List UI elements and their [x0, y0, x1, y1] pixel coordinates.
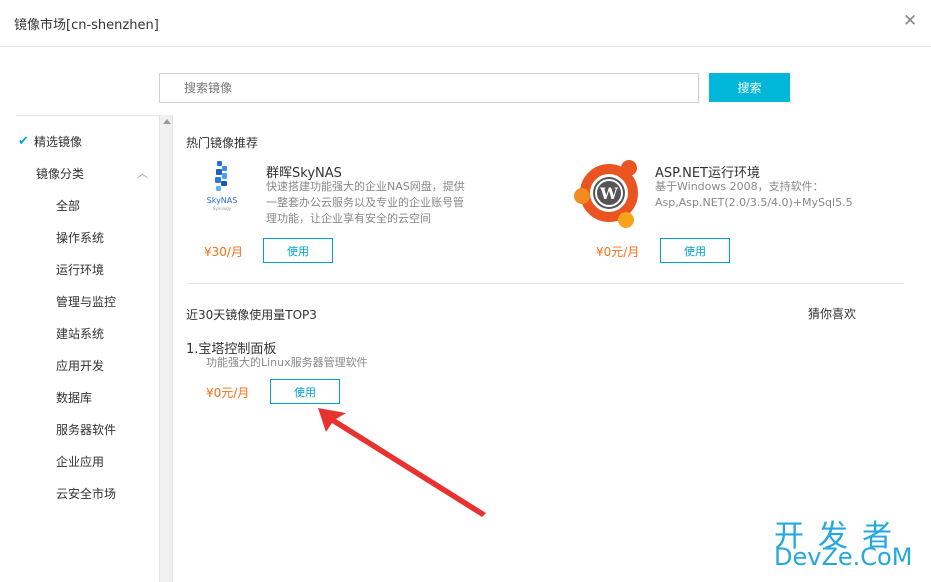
card-desc-line: 理功能，让企业享有安全的云空间 [266, 212, 431, 225]
sidebar: ✔ 精选镜像 镜像分类 ︿ 全部 操作系统 运行环境 管理与监控 建站系统 应用… [16, 115, 159, 582]
card-desc-line: 一整套办公云服务以及专业的企业账号管 [266, 196, 464, 209]
sidebar-item-os[interactable]: 操作系统 [56, 229, 116, 261]
card-description: 基于Windows 2008，支持软件： Asp,Asp.NET(2.0/3.5… [655, 179, 853, 211]
use-button-skynas[interactable]: 使用 [263, 238, 333, 263]
sidebar-item-dev[interactable]: 应用开发 [56, 357, 116, 389]
close-icon[interactable]: ✕ [903, 13, 917, 30]
card-desc-line: 基于Windows 2008，支持软件： [655, 180, 824, 193]
top3-item-price: ¥0元/月 [206, 386, 250, 400]
hot-section-title: 热门镜像推荐 [186, 136, 259, 150]
sidebar-item-security-market[interactable]: 云安全市场 [56, 485, 116, 517]
check-icon: ✔ [18, 134, 29, 149]
dialog-header: 镜像市场[cn-shenzhen] ✕ [0, 0, 931, 47]
scrollbar[interactable] [159, 115, 173, 582]
watermark: 开发者 DevZe.CoM [774, 511, 924, 577]
skynas-logo-icon: SkyNAS Synology [207, 161, 238, 211]
sidebar-item-monitoring[interactable]: 管理与监控 [56, 293, 116, 325]
sidebar-item-website[interactable]: 建站系统 [56, 325, 116, 357]
sidebar-item-label: 精选镜像 [34, 135, 83, 149]
section-divider [186, 283, 904, 284]
card-price: ¥0元/月 [596, 245, 640, 259]
sidebar-item-all[interactable]: 全部 [56, 197, 116, 229]
dialog-title: 镜像市场[cn-shenzhen] [14, 18, 159, 33]
watermark-line2: DevZe.CoM [774, 543, 913, 571]
use-button-baota[interactable]: 使用 [270, 379, 340, 404]
sidebar-item-featured[interactable]: ✔ 精选镜像 [18, 133, 82, 150]
card-description: 快速搭建功能强大的企业NAS网盘，提供 一整套办公云服务以及专业的企业账号管 理… [266, 179, 465, 227]
scroll-up-arrow-icon[interactable] [163, 119, 171, 124]
sidebar-item-database[interactable]: 数据库 [56, 389, 116, 421]
search-input[interactable] [159, 73, 699, 103]
search-button[interactable]: 搜索 [709, 73, 790, 102]
sidebar-category-list: 全部 操作系统 运行环境 管理与监控 建站系统 应用开发 数据库 服务器软件 企… [56, 197, 116, 517]
sidebar-item-runtime[interactable]: 运行环境 [56, 261, 116, 293]
card-desc-line: 快速搭建功能强大的企业NAS网盘，提供 [266, 180, 465, 193]
top3-section-title: 近30天镜像使用量TOP3 [186, 308, 317, 322]
sidebar-category-toggle[interactable]: 镜像分类 ︿ [36, 165, 148, 182]
skynas-logo-subtext: Synology [213, 206, 232, 211]
svg-text:W: W [599, 184, 619, 203]
skynas-logo-text: SkyNAS [207, 196, 238, 205]
sidebar-category-label: 镜像分类 [36, 167, 85, 181]
card-price: ¥30/月 [204, 245, 243, 259]
ubuntu-wordpress-logo-icon: W [574, 160, 638, 228]
card-desc-line: Asp,Asp.NET(2.0/3.5/4.0)+MySql5.5 [655, 196, 853, 209]
sidebar-item-enterprise[interactable]: 企业应用 [56, 453, 116, 485]
use-button-aspnet[interactable]: 使用 [660, 238, 730, 263]
sidebar-item-server-software[interactable]: 服务器软件 [56, 421, 116, 453]
guess-you-like-link[interactable]: 猜你喜欢 [808, 305, 856, 322]
top3-item-desc: 功能强大的Linux服务器管理软件 [206, 356, 368, 369]
chevron-up-icon: ︿ [137, 167, 148, 180]
